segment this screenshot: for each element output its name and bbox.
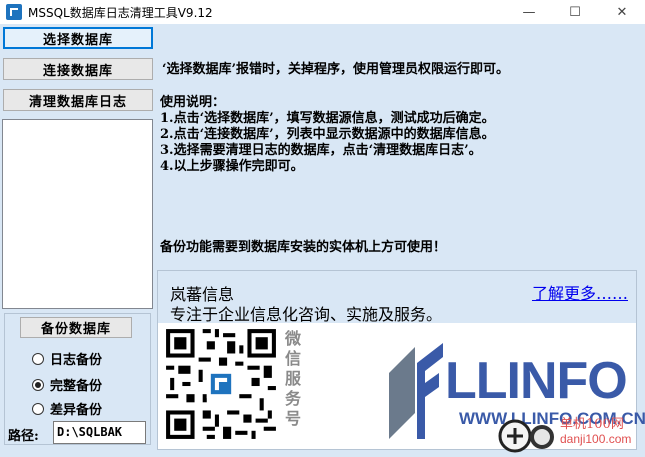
logo-wordmark: LLINFO [445,352,628,410]
wechat-service-label: 微信服务号 [284,329,301,428]
close-button[interactable]: ✕ [599,0,645,24]
backup-tip: 备份功能需要到数据库安装的实体机上方可使用！ [160,240,447,255]
radio-full-backup[interactable]: 完整备份 [32,375,102,394]
database-list[interactable] [2,119,153,309]
watermark-plus-icon [498,419,532,453]
watermark-search-icon [530,425,554,449]
radio-label: 日志备份 [50,353,103,368]
radio-indicator[interactable] [32,352,44,365]
app-icon [6,4,22,20]
connect-database-button[interactable]: 连接数据库 [3,58,153,80]
company-info-header: 岚蕃信息 了解更多…… 专注于企业信息化咨询、实施及服务。 [158,271,636,324]
watermark-text-bottom: danji100.com [560,432,632,446]
company-slogan: 专注于企业信息化咨询、实施及服务。 [170,305,443,324]
usage-step-4: 4.以上步骤操作完即可。 [160,159,304,174]
minimize-button[interactable]: — [506,0,552,24]
learn-more-link[interactable]: 了解更多…… [532,280,628,304]
maximize-button[interactable]: ☐ [552,0,598,24]
logo-mark-icon [389,343,443,439]
clean-database-log-button[interactable]: 清理数据库日志 [3,89,153,111]
site-watermark: 单机100网 danji100.com [498,413,638,457]
wechat-qr-code [162,325,280,443]
watermark-text-top: 单机100网 [560,417,624,432]
radio-log-backup[interactable]: 日志备份 [32,349,102,368]
radio-diff-backup[interactable]: 差异备份 [32,399,102,418]
select-database-button[interactable]: 选择数据库 [3,27,153,49]
path-label: 路径: [8,429,39,444]
radio-selected-dot [35,381,41,388]
radio-label: 差异备份 [50,403,103,418]
error-tip: ‘选择数据库’报错时，关掉程序，使用管理员权限运行即可。 [162,62,510,77]
backup-database-button[interactable]: 备份数据库 [20,317,132,338]
radio-indicator[interactable] [32,402,44,415]
title-bar[interactable]: MSSQL数据库日志清理工具V9.12 — ☐ ✕ [0,0,645,24]
radio-indicator[interactable] [32,378,44,391]
window-title: MSSQL数据库日志清理工具V9.12 [28,6,213,20]
backup-path-input[interactable]: D:\SQLBAK [53,421,146,444]
radio-label: 完整备份 [50,379,103,394]
